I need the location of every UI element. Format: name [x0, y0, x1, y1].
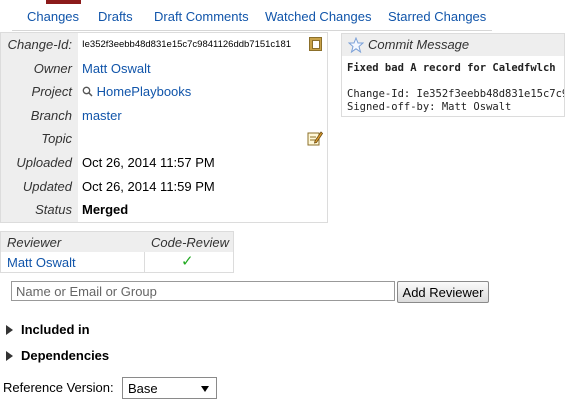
commit-message-header: Commit Message [342, 34, 564, 56]
status-row: Status Merged [1, 198, 327, 222]
change-id-value[interactable]: Ie352f3eebb48d831e15c7c9841126ddb7151c18… [82, 33, 327, 57]
topic-label: Topic [1, 127, 78, 151]
column-divider [144, 252, 145, 273]
reviewer-column-header: Reviewer [7, 235, 62, 250]
project-row: Project HomePlaybooks [1, 80, 327, 104]
commit-message-panel: Commit Message Fixed bad A record for Ca… [341, 33, 565, 117]
topic-value [82, 127, 327, 151]
reviewers-header: Reviewer Code-Review [1, 232, 233, 252]
updated-value: Oct 26, 2014 11:59 PM [82, 178, 215, 194]
branch-link[interactable]: master [82, 104, 327, 128]
status-value: Merged [82, 202, 129, 218]
project-value: HomePlaybooks [82, 80, 327, 104]
reference-version-select[interactable]: Base [122, 377, 217, 399]
change-info-table: Change-Id: Ie352f3eebb48d831e15c7c984112… [0, 32, 328, 223]
dependencies-toggle[interactable]: Dependencies [6, 348, 109, 363]
included-in-label: Included in [21, 322, 90, 337]
reviewers-table: Reviewer Code-Review Matt Oswalt ✓ [0, 231, 234, 273]
reference-version-label: Reference Version: [3, 380, 114, 395]
uploaded-value: Oct 26, 2014 11:57 PM [82, 154, 215, 170]
commit-message-title: Commit Message [368, 37, 470, 52]
top-nav: Changes Drafts Draft Comments Watched Ch… [12, 0, 492, 31]
tab-changes[interactable]: Changes [27, 9, 79, 24]
change-id-row: Change-Id: Ie352f3eebb48d831e15c7c984112… [1, 33, 327, 57]
uploaded-label: Uploaded [1, 150, 78, 175]
tab-starred-changes[interactable]: Starred Changes [388, 9, 486, 24]
updated-row: Updated Oct 26, 2014 11:59 PM [1, 174, 327, 199]
tab-drafts[interactable]: Drafts [98, 9, 133, 24]
branch-row: Branch master [1, 103, 327, 128]
owner-link[interactable]: Matt Oswalt [82, 57, 327, 81]
reference-version-value: Base [128, 381, 158, 396]
change-id-label: Change-Id: [1, 33, 78, 57]
edit-icon[interactable] [307, 130, 323, 146]
commit-message-body: Fixed bad A record for Caledfwlch Change… [342, 56, 564, 114]
commit-change-id: Change-Id: Ie352f3eebb48d831e15c7c984112… [347, 88, 564, 100]
search-icon[interactable] [82, 86, 93, 97]
copy-icon[interactable] [309, 37, 322, 51]
active-tab-indicator [46, 0, 81, 4]
owner-row: Owner Matt Oswalt [1, 56, 327, 81]
owner-label: Owner [1, 56, 78, 81]
tab-watched-changes[interactable]: Watched Changes [265, 9, 371, 24]
code-review-column-header: Code-Review [151, 235, 230, 250]
status-label: Status [1, 198, 78, 222]
project-link[interactable]: HomePlaybooks [97, 84, 192, 99]
uploaded-row: Uploaded Oct 26, 2014 11:57 PM [1, 150, 327, 175]
project-label: Project [1, 80, 78, 104]
updated-label: Updated [1, 174, 78, 199]
check-icon: ✓ [181, 253, 194, 270]
dependencies-label: Dependencies [21, 348, 110, 363]
tab-draft-comments[interactable]: Draft Comments [154, 9, 249, 24]
reviewer-search-input[interactable] [11, 281, 395, 301]
included-in-toggle[interactable]: Included in [6, 322, 90, 337]
commit-subject: Fixed bad A record for Caledfwlch [347, 62, 556, 74]
commit-signed-off: Signed-off-by: Matt Oswalt [347, 101, 512, 113]
triangle-right-icon [6, 324, 13, 335]
topic-row: Topic [1, 127, 327, 151]
reviewer-row: Matt Oswalt ✓ [1, 252, 233, 273]
reviewer-name-link[interactable]: Matt Oswalt [7, 255, 76, 270]
branch-label: Branch [1, 103, 78, 128]
dropdown-arrow-icon [201, 386, 209, 392]
add-reviewer-button[interactable]: Add Reviewer [397, 281, 489, 303]
star-icon[interactable] [348, 37, 364, 53]
triangle-right-icon [6, 350, 13, 361]
